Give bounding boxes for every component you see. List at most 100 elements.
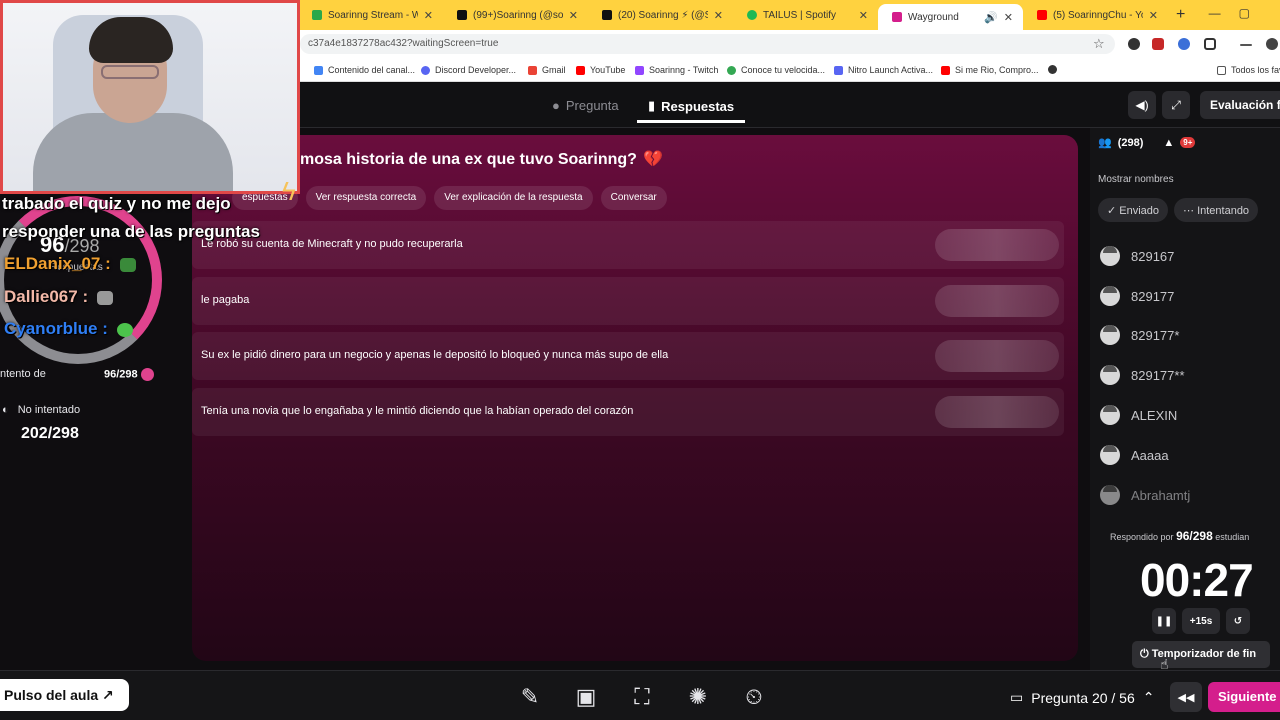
people-icon: 👥 <box>1098 137 1112 149</box>
extensions-puzzle-icon[interactable] <box>1204 38 1216 50</box>
show-names-label[interactable]: Mostrar nombres <box>1098 174 1174 185</box>
end-assessment-button[interactable]: Evaluación fin <box>1200 91 1280 119</box>
stream-caption: responder una de las preguntas <box>2 222 260 241</box>
extension-icon[interactable] <box>1128 38 1140 50</box>
youtube-icon <box>941 65 950 75</box>
browser-tab[interactable]: Soarinng Stream - Watch ✕ <box>298 0 443 30</box>
show-correct-answer-button[interactable]: Ver respuesta correcta <box>305 186 427 210</box>
bookmark-item[interactable]: YouTube <box>576 65 625 75</box>
bookmark-item[interactable]: Discord Developer... <box>421 65 516 75</box>
sound-button[interactable]: ◀) <box>1128 91 1156 119</box>
warning-icon[interactable]: ▲ <box>1163 137 1174 149</box>
reset-timer-button[interactable]: ↺ <box>1226 608 1250 634</box>
browser-tab[interactable]: (5) SoarinngChu - YouTub ✕ <box>1023 0 1168 30</box>
reset-icon: ↺ <box>1233 615 1243 627</box>
whiteboard-icon[interactable]: ▣ <box>569 680 603 714</box>
bookmark-star-icon[interactable]: ☆ <box>1093 36 1105 52</box>
bookmark-label: Todos los fav <box>1231 65 1280 75</box>
not-attempted-row: ◐ No intentado <box>2 404 80 416</box>
close-tab-icon[interactable]: ✕ <box>569 9 578 22</box>
fullscreen-button[interactable]: ⤢ <box>1162 91 1190 119</box>
bookmark-item[interactable] <box>1048 65 1062 74</box>
extension-icon[interactable] <box>1178 38 1190 50</box>
filter-trying[interactable]: ⋯ Intentando <box>1174 198 1259 222</box>
pause-button[interactable]: ❚❚ <box>1152 608 1176 634</box>
close-tab-icon[interactable]: ✕ <box>1004 11 1013 24</box>
tab-title: TAILUS | Spotify <box>763 9 836 21</box>
avatar <box>1100 485 1120 505</box>
answer-option[interactable]: Le robó su cuenta de Minecraft y no pudo… <box>192 221 1064 269</box>
student-name: 829167 <box>1131 248 1175 264</box>
avatar <box>1100 246 1120 266</box>
answer-result-bar <box>935 229 1059 261</box>
end-timer-button[interactable]: ⏻ Temporizador de fin <box>1132 641 1270 668</box>
converse-button[interactable]: Conversar <box>600 186 667 210</box>
expand-icon: ⤢ <box>1171 97 1181 112</box>
tab-label: Pregunta <box>565 98 619 113</box>
browser-tab[interactable]: TAILUS | Spotify ✕ <box>733 0 878 30</box>
answer-option[interactable]: Su ex le pidió dinero para un negocio y … <box>192 332 1064 380</box>
filter-sent[interactable]: ✓ Enviado <box>1098 198 1169 222</box>
tab-answers[interactable]: ▮ Respuestas <box>648 98 734 114</box>
cat-emote-icon <box>96 290 113 305</box>
browser-tab[interactable]: (20) Soarinng ⚡ (@Soar ✕ <box>588 0 733 30</box>
show-explanation-button[interactable]: Ver explicación de la respuesta <box>434 186 593 210</box>
timer-tool-icon[interactable]: ⏲ <box>737 680 771 714</box>
filter-label: Intentando <box>1197 205 1250 217</box>
class-pulse-button[interactable]: Pulso del aula ↗ <box>0 679 129 711</box>
student-row[interactable]: 829177 <box>1100 285 1174 307</box>
bar-chart-icon: ▮ <box>648 98 656 113</box>
student-name: 829177** <box>1131 367 1185 383</box>
streamer-body <box>33 113 233 191</box>
student-row[interactable]: 829177* <box>1100 324 1179 346</box>
pen-tool-icon[interactable]: ✎ <box>513 680 547 714</box>
bookmark-item[interactable]: Soarinng - Twitch <box>635 65 718 75</box>
avatar <box>1100 365 1120 385</box>
globe-icon <box>1048 65 1057 74</box>
profile-icon[interactable] <box>1266 38 1278 50</box>
bookmark-item[interactable]: Si me Rio, Compro... <box>941 65 1039 75</box>
speaker-icon[interactable]: 🔊 <box>984 11 998 24</box>
youtube-icon <box>576 65 585 75</box>
question-counter[interactable]: ▭ Pregunta 20 / 56 ⌃ <box>1010 689 1155 706</box>
avatar <box>1100 445 1120 465</box>
student-row[interactable]: ALEXIN <box>1100 404 1177 426</box>
previous-button[interactable]: ◀◀ <box>1170 682 1202 712</box>
next-button[interactable]: Siguiente <box>1208 682 1280 712</box>
responded-summary: Respondido por 96/298 estudian <box>1110 529 1249 543</box>
gmail-icon <box>528 65 537 75</box>
streamer-hair <box>89 17 173 63</box>
bookmark-item[interactable]: Gmail <box>528 65 566 75</box>
student-row[interactable]: 829167 <box>1100 245 1174 267</box>
tab-question[interactable]: ● Pregunta <box>552 98 619 113</box>
avatar <box>1100 286 1120 306</box>
spinner-wheel-icon[interactable]: ✺ <box>681 680 715 714</box>
webcam-overlay <box>0 0 300 194</box>
student-row[interactable]: Abrahamtj <box>1100 484 1190 506</box>
bookmark-label: Discord Developer... <box>435 65 517 75</box>
bookmark-item[interactable]: Conoce tu velocida... <box>727 65 825 75</box>
bookmark-label: Si me Rio, Compro... <box>955 65 1039 75</box>
extension-icon[interactable] <box>1152 38 1164 50</box>
bookmark-item[interactable]: Nitro Launch Activa... <box>834 65 933 75</box>
new-tab-icon[interactable]: + <box>1176 6 1185 24</box>
student-row[interactable]: Aaaaa <box>1100 444 1169 466</box>
add-time-button[interactable]: +15s <box>1182 608 1220 634</box>
browser-tab-active[interactable]: Wayground 🔊 ✕ <box>878 4 1023 30</box>
bookmark-folder[interactable]: Todos los fav <box>1217 65 1280 75</box>
chat-user: Cyanorblue <box>4 319 98 338</box>
close-tab-icon[interactable]: ✕ <box>424 9 433 22</box>
url-input[interactable]: c37a4e1837278ac432?waitingScreen=true <box>300 34 1115 54</box>
answer-option[interactable]: le pagaba <box>192 277 1064 325</box>
window-controls[interactable]: —▢ <box>1209 6 1268 20</box>
presentation-icon[interactable]: ⛶ <box>625 680 659 714</box>
close-tab-icon[interactable]: ✕ <box>859 9 868 22</box>
answer-option[interactable]: Tenía una novia que lo engañaba y le min… <box>192 388 1064 436</box>
close-tab-icon[interactable]: ✕ <box>1149 9 1158 22</box>
student-row[interactable]: 829177** <box>1100 364 1185 386</box>
attempt-count: 96/298 <box>104 368 138 381</box>
bookmark-item[interactable]: Contenido del canal... <box>314 65 415 75</box>
close-tab-icon[interactable]: ✕ <box>714 9 723 22</box>
media-control-icon[interactable] <box>1240 44 1252 46</box>
browser-tab[interactable]: (99+)Soarinng (@soarinn ✕ <box>443 0 588 30</box>
